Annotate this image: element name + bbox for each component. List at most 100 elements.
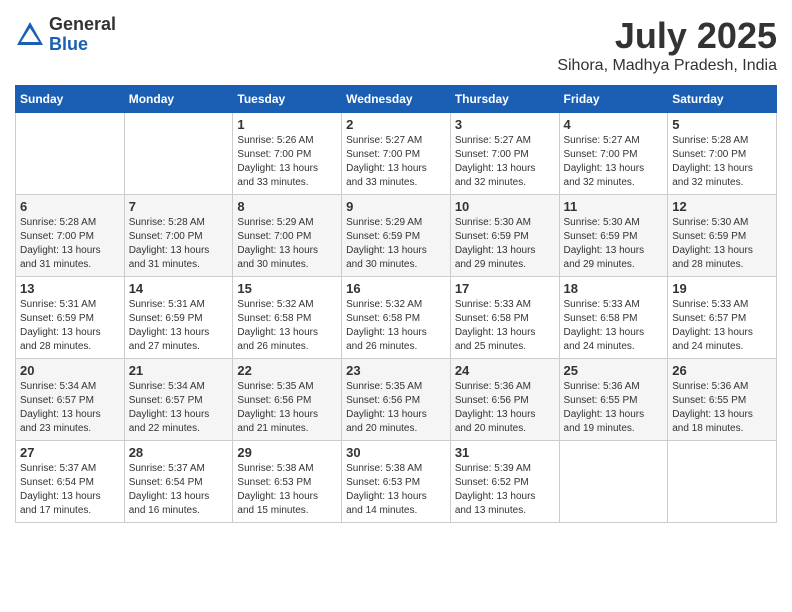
table-row: 20 Sunrise: 5:34 AMSunset: 6:57 PMDaylig… <box>16 359 125 441</box>
table-row: 27 Sunrise: 5:37 AMSunset: 6:54 PMDaylig… <box>16 441 125 523</box>
day-info: Sunrise: 5:36 AMSunset: 6:56 PMDaylight:… <box>455 380 555 436</box>
day-info: Sunrise: 5:31 AMSunset: 6:59 PMDaylight:… <box>20 298 120 354</box>
logo-icon <box>15 20 45 50</box>
table-row: 8 Sunrise: 5:29 AMSunset: 7:00 PMDayligh… <box>233 195 342 277</box>
day-number: 10 <box>455 199 555 214</box>
day-number: 1 <box>237 117 337 132</box>
day-info: Sunrise: 5:30 AMSunset: 6:59 PMDaylight:… <box>564 216 664 272</box>
table-row: 28 Sunrise: 5:37 AMSunset: 6:54 PMDaylig… <box>124 441 233 523</box>
table-row: 7 Sunrise: 5:28 AMSunset: 7:00 PMDayligh… <box>124 195 233 277</box>
table-row: 14 Sunrise: 5:31 AMSunset: 6:59 PMDaylig… <box>124 277 233 359</box>
table-row: 24 Sunrise: 5:36 AMSunset: 6:56 PMDaylig… <box>450 359 559 441</box>
day-info: Sunrise: 5:30 AMSunset: 6:59 PMDaylight:… <box>672 216 772 272</box>
month-year-title: July 2025 <box>557 15 777 57</box>
day-info: Sunrise: 5:33 AMSunset: 6:57 PMDaylight:… <box>672 298 772 354</box>
day-info: Sunrise: 5:27 AMSunset: 7:00 PMDaylight:… <box>455 134 555 190</box>
day-number: 8 <box>237 199 337 214</box>
day-number: 19 <box>672 281 772 296</box>
day-info: Sunrise: 5:37 AMSunset: 6:54 PMDaylight:… <box>129 462 229 518</box>
day-info: Sunrise: 5:33 AMSunset: 6:58 PMDaylight:… <box>455 298 555 354</box>
table-row: 3 Sunrise: 5:27 AMSunset: 7:00 PMDayligh… <box>450 113 559 195</box>
day-info: Sunrise: 5:34 AMSunset: 6:57 PMDaylight:… <box>129 380 229 436</box>
day-number: 11 <box>564 199 664 214</box>
table-row: 31 Sunrise: 5:39 AMSunset: 6:52 PMDaylig… <box>450 441 559 523</box>
day-number: 26 <box>672 363 772 378</box>
day-info: Sunrise: 5:28 AMSunset: 7:00 PMDaylight:… <box>129 216 229 272</box>
table-row: 15 Sunrise: 5:32 AMSunset: 6:58 PMDaylig… <box>233 277 342 359</box>
table-row: 17 Sunrise: 5:33 AMSunset: 6:58 PMDaylig… <box>450 277 559 359</box>
header-tuesday: Tuesday <box>233 86 342 113</box>
table-row: 13 Sunrise: 5:31 AMSunset: 6:59 PMDaylig… <box>16 277 125 359</box>
day-info: Sunrise: 5:31 AMSunset: 6:59 PMDaylight:… <box>129 298 229 354</box>
table-row: 29 Sunrise: 5:38 AMSunset: 6:53 PMDaylig… <box>233 441 342 523</box>
logo-general-text: General <box>49 15 116 35</box>
day-info: Sunrise: 5:35 AMSunset: 6:56 PMDaylight:… <box>346 380 446 436</box>
header-monday: Monday <box>124 86 233 113</box>
table-row: 2 Sunrise: 5:27 AMSunset: 7:00 PMDayligh… <box>342 113 451 195</box>
table-row: 18 Sunrise: 5:33 AMSunset: 6:58 PMDaylig… <box>559 277 668 359</box>
calendar-header-row: Sunday Monday Tuesday Wednesday Thursday… <box>16 86 777 113</box>
table-row: 5 Sunrise: 5:28 AMSunset: 7:00 PMDayligh… <box>668 113 777 195</box>
day-number: 20 <box>20 363 120 378</box>
logo: General Blue <box>15 15 116 55</box>
day-info: Sunrise: 5:29 AMSunset: 7:00 PMDaylight:… <box>237 216 337 272</box>
table-row: 16 Sunrise: 5:32 AMSunset: 6:58 PMDaylig… <box>342 277 451 359</box>
calendar-week-row: 20 Sunrise: 5:34 AMSunset: 6:57 PMDaylig… <box>16 359 777 441</box>
header-sunday: Sunday <box>16 86 125 113</box>
header-thursday: Thursday <box>450 86 559 113</box>
day-number: 15 <box>237 281 337 296</box>
table-row: 9 Sunrise: 5:29 AMSunset: 6:59 PMDayligh… <box>342 195 451 277</box>
day-info: Sunrise: 5:30 AMSunset: 6:59 PMDaylight:… <box>455 216 555 272</box>
day-info: Sunrise: 5:39 AMSunset: 6:52 PMDaylight:… <box>455 462 555 518</box>
table-row: 1 Sunrise: 5:26 AMSunset: 7:00 PMDayligh… <box>233 113 342 195</box>
day-number: 27 <box>20 445 120 460</box>
day-number: 4 <box>564 117 664 132</box>
day-number: 6 <box>20 199 120 214</box>
header-saturday: Saturday <box>668 86 777 113</box>
calendar-week-row: 13 Sunrise: 5:31 AMSunset: 6:59 PMDaylig… <box>16 277 777 359</box>
day-info: Sunrise: 5:28 AMSunset: 7:00 PMDaylight:… <box>20 216 120 272</box>
day-info: Sunrise: 5:37 AMSunset: 6:54 PMDaylight:… <box>20 462 120 518</box>
table-row: 25 Sunrise: 5:36 AMSunset: 6:55 PMDaylig… <box>559 359 668 441</box>
table-row <box>16 113 125 195</box>
table-row: 26 Sunrise: 5:36 AMSunset: 6:55 PMDaylig… <box>668 359 777 441</box>
day-info: Sunrise: 5:36 AMSunset: 6:55 PMDaylight:… <box>672 380 772 436</box>
day-number: 16 <box>346 281 446 296</box>
day-number: 3 <box>455 117 555 132</box>
day-number: 30 <box>346 445 446 460</box>
day-number: 17 <box>455 281 555 296</box>
day-number: 29 <box>237 445 337 460</box>
day-number: 18 <box>564 281 664 296</box>
day-number: 12 <box>672 199 772 214</box>
day-info: Sunrise: 5:38 AMSunset: 6:53 PMDaylight:… <box>237 462 337 518</box>
day-number: 9 <box>346 199 446 214</box>
table-row: 19 Sunrise: 5:33 AMSunset: 6:57 PMDaylig… <box>668 277 777 359</box>
day-info: Sunrise: 5:38 AMSunset: 6:53 PMDaylight:… <box>346 462 446 518</box>
day-info: Sunrise: 5:34 AMSunset: 6:57 PMDaylight:… <box>20 380 120 436</box>
day-info: Sunrise: 5:27 AMSunset: 7:00 PMDaylight:… <box>346 134 446 190</box>
table-row <box>124 113 233 195</box>
day-number: 2 <box>346 117 446 132</box>
title-section: July 2025 Sihora, Madhya Pradesh, India <box>557 15 777 75</box>
day-number: 25 <box>564 363 664 378</box>
day-info: Sunrise: 5:32 AMSunset: 6:58 PMDaylight:… <box>237 298 337 354</box>
calendar-week-row: 1 Sunrise: 5:26 AMSunset: 7:00 PMDayligh… <box>16 113 777 195</box>
table-row <box>668 441 777 523</box>
day-number: 7 <box>129 199 229 214</box>
day-info: Sunrise: 5:29 AMSunset: 6:59 PMDaylight:… <box>346 216 446 272</box>
day-info: Sunrise: 5:27 AMSunset: 7:00 PMDaylight:… <box>564 134 664 190</box>
table-row: 21 Sunrise: 5:34 AMSunset: 6:57 PMDaylig… <box>124 359 233 441</box>
table-row: 23 Sunrise: 5:35 AMSunset: 6:56 PMDaylig… <box>342 359 451 441</box>
day-number: 22 <box>237 363 337 378</box>
day-number: 31 <box>455 445 555 460</box>
table-row: 11 Sunrise: 5:30 AMSunset: 6:59 PMDaylig… <box>559 195 668 277</box>
day-number: 5 <box>672 117 772 132</box>
calendar-week-row: 27 Sunrise: 5:37 AMSunset: 6:54 PMDaylig… <box>16 441 777 523</box>
page-header: General Blue July 2025 Sihora, Madhya Pr… <box>15 15 777 75</box>
table-row: 10 Sunrise: 5:30 AMSunset: 6:59 PMDaylig… <box>450 195 559 277</box>
day-info: Sunrise: 5:26 AMSunset: 7:00 PMDaylight:… <box>237 134 337 190</box>
day-number: 28 <box>129 445 229 460</box>
day-number: 14 <box>129 281 229 296</box>
day-number: 13 <box>20 281 120 296</box>
day-number: 23 <box>346 363 446 378</box>
